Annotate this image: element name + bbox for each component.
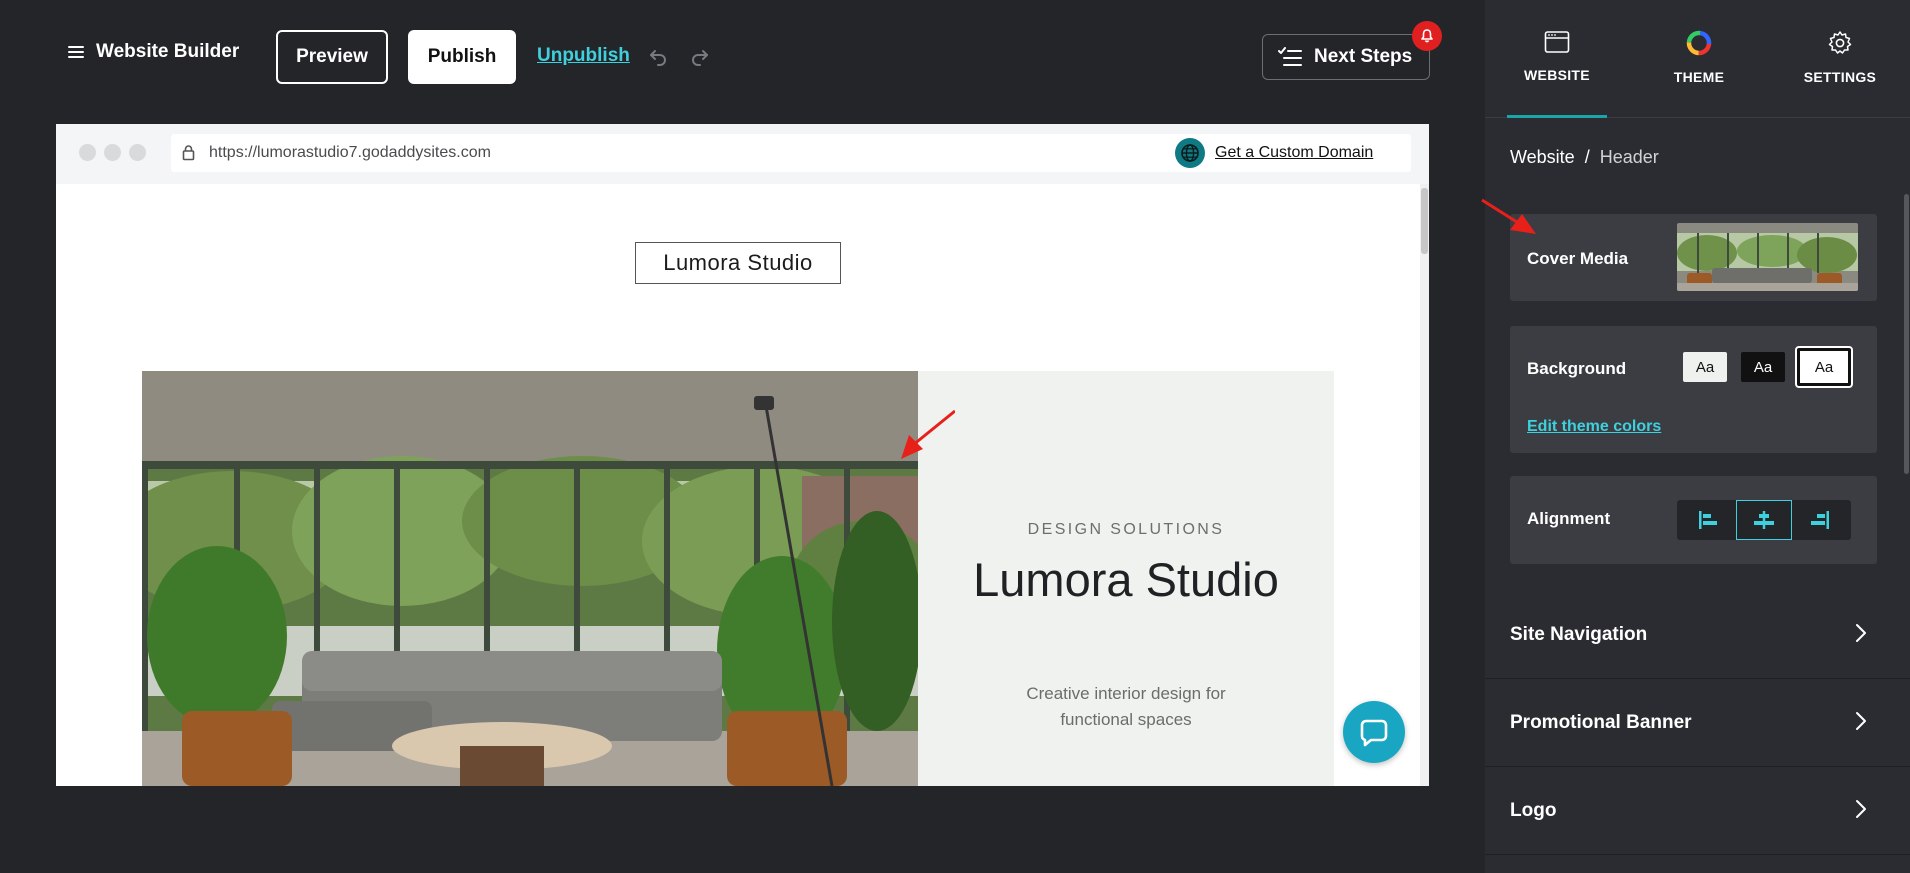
chat-icon[interactable] [1343, 701, 1405, 763]
gear-icon [1828, 31, 1852, 54]
panel-scrollbar[interactable] [1904, 194, 1909, 474]
unpublish-link[interactable]: Unpublish [537, 45, 630, 67]
publish-button[interactable]: Publish [408, 30, 516, 84]
checklist-icon [1278, 47, 1302, 66]
lock-icon [182, 145, 195, 161]
window-dot [79, 144, 96, 161]
chevron-right-icon [1856, 800, 1866, 818]
site-navigation-row[interactable]: Site Navigation [1485, 591, 1910, 679]
align-center-icon [1754, 511, 1774, 529]
notification-bell-icon[interactable] [1412, 21, 1442, 51]
preview-scrollbar[interactable] [1420, 184, 1429, 786]
tab-settings[interactable]: SETTINGS [1790, 30, 1890, 118]
url-box: https://lumorastudio7.godaddysites.com G… [171, 134, 1411, 172]
cover-media-card[interactable]: Cover Media [1510, 214, 1877, 301]
background-card: Background Aa Aa Aa Edit theme colors [1510, 326, 1877, 453]
align-right-button[interactable] [1792, 500, 1848, 540]
cover-media-thumbnail[interactable] [1677, 223, 1858, 291]
redo-icon[interactable] [688, 44, 712, 68]
align-right-icon [1811, 511, 1829, 529]
logo-label: Logo [1510, 799, 1557, 821]
window-dot [129, 144, 146, 161]
chevron-right-icon [1856, 624, 1866, 642]
logo-row[interactable]: Logo [1485, 767, 1910, 855]
chevron-right-icon [1856, 712, 1866, 730]
site-logo[interactable]: Lumora Studio [635, 242, 841, 284]
breadcrumb: Website / Header [1510, 147, 1659, 168]
align-left-button[interactable] [1680, 500, 1736, 540]
hamburger-icon [68, 45, 84, 59]
tab-theme[interactable]: THEME [1649, 30, 1749, 118]
promotional-banner-row[interactable]: Promotional Banner [1485, 679, 1910, 767]
hero-cover-image[interactable] [142, 371, 918, 786]
tab-theme-label: THEME [1673, 69, 1725, 85]
alignment-card: Alignment [1510, 476, 1877, 564]
background-swatch-white-selected[interactable]: Aa [1795, 346, 1853, 388]
browser-window-icon [1544, 31, 1570, 53]
menu-label: Website Builder [96, 41, 240, 62]
breadcrumb-header: Header [1599, 147, 1659, 167]
editor-side-panel: WEBSITE THEME SETTINGS Website / Header Co… [1485, 0, 1910, 873]
site-navigation-label: Site Navigation [1510, 623, 1648, 645]
undo-icon[interactable] [646, 44, 670, 68]
tab-website[interactable]: WEBSITE [1507, 30, 1607, 118]
background-label: Background [1527, 359, 1627, 378]
breadcrumb-separator: / [1584, 147, 1590, 167]
panel-tabs: WEBSITE THEME SETTINGS [1485, 0, 1910, 118]
website-preview: https://lumorastudio7.godaddysites.com G… [56, 124, 1429, 786]
next-steps-button[interactable]: Next Steps [1262, 34, 1430, 80]
hero-title: Lumora Studio [973, 553, 1279, 606]
tab-settings-label: SETTINGS [1803, 69, 1877, 85]
tab-website-label: WEBSITE [1524, 67, 1590, 83]
hero-subtitle: Creative interior design for functional … [1026, 684, 1226, 729]
editor-toolbar: Website Builder Preview Publish Unpublis… [0, 0, 1485, 115]
browser-address-bar: https://lumorastudio7.godaddysites.com G… [56, 124, 1429, 184]
background-swatch-light[interactable]: Aa [1683, 352, 1727, 382]
cover-media-label: Cover Media [1527, 249, 1629, 268]
align-left-icon [1699, 511, 1717, 529]
align-center-button[interactable] [1736, 500, 1792, 540]
hero-text-panel: DESIGN SOLUTIONS Lumora Studio Creative … [918, 371, 1334, 786]
background-swatch-dark[interactable]: Aa [1741, 352, 1785, 382]
hero-eyebrow: DESIGN SOLUTIONS [1027, 521, 1225, 538]
breadcrumb-website[interactable]: Website [1510, 147, 1575, 167]
window-dot [104, 144, 121, 161]
website-builder-menu-button[interactable]: Website Builder [68, 41, 239, 63]
alignment-toggle-group [1677, 500, 1851, 540]
next-steps-label: Next Steps [1314, 46, 1413, 67]
edit-theme-colors-link[interactable]: Edit theme colors [1527, 418, 1661, 436]
site-url: https://lumorastudio7.godaddysites.com [209, 144, 491, 161]
promotional-banner-label: Promotional Banner [1510, 711, 1692, 733]
globe-icon[interactable] [1175, 138, 1205, 168]
preview-button[interactable]: Preview [276, 30, 388, 84]
alignment-label: Alignment [1527, 509, 1611, 528]
custom-domain-link[interactable]: Get a Custom Domain [1215, 144, 1373, 162]
color-wheel-icon [1686, 30, 1712, 56]
